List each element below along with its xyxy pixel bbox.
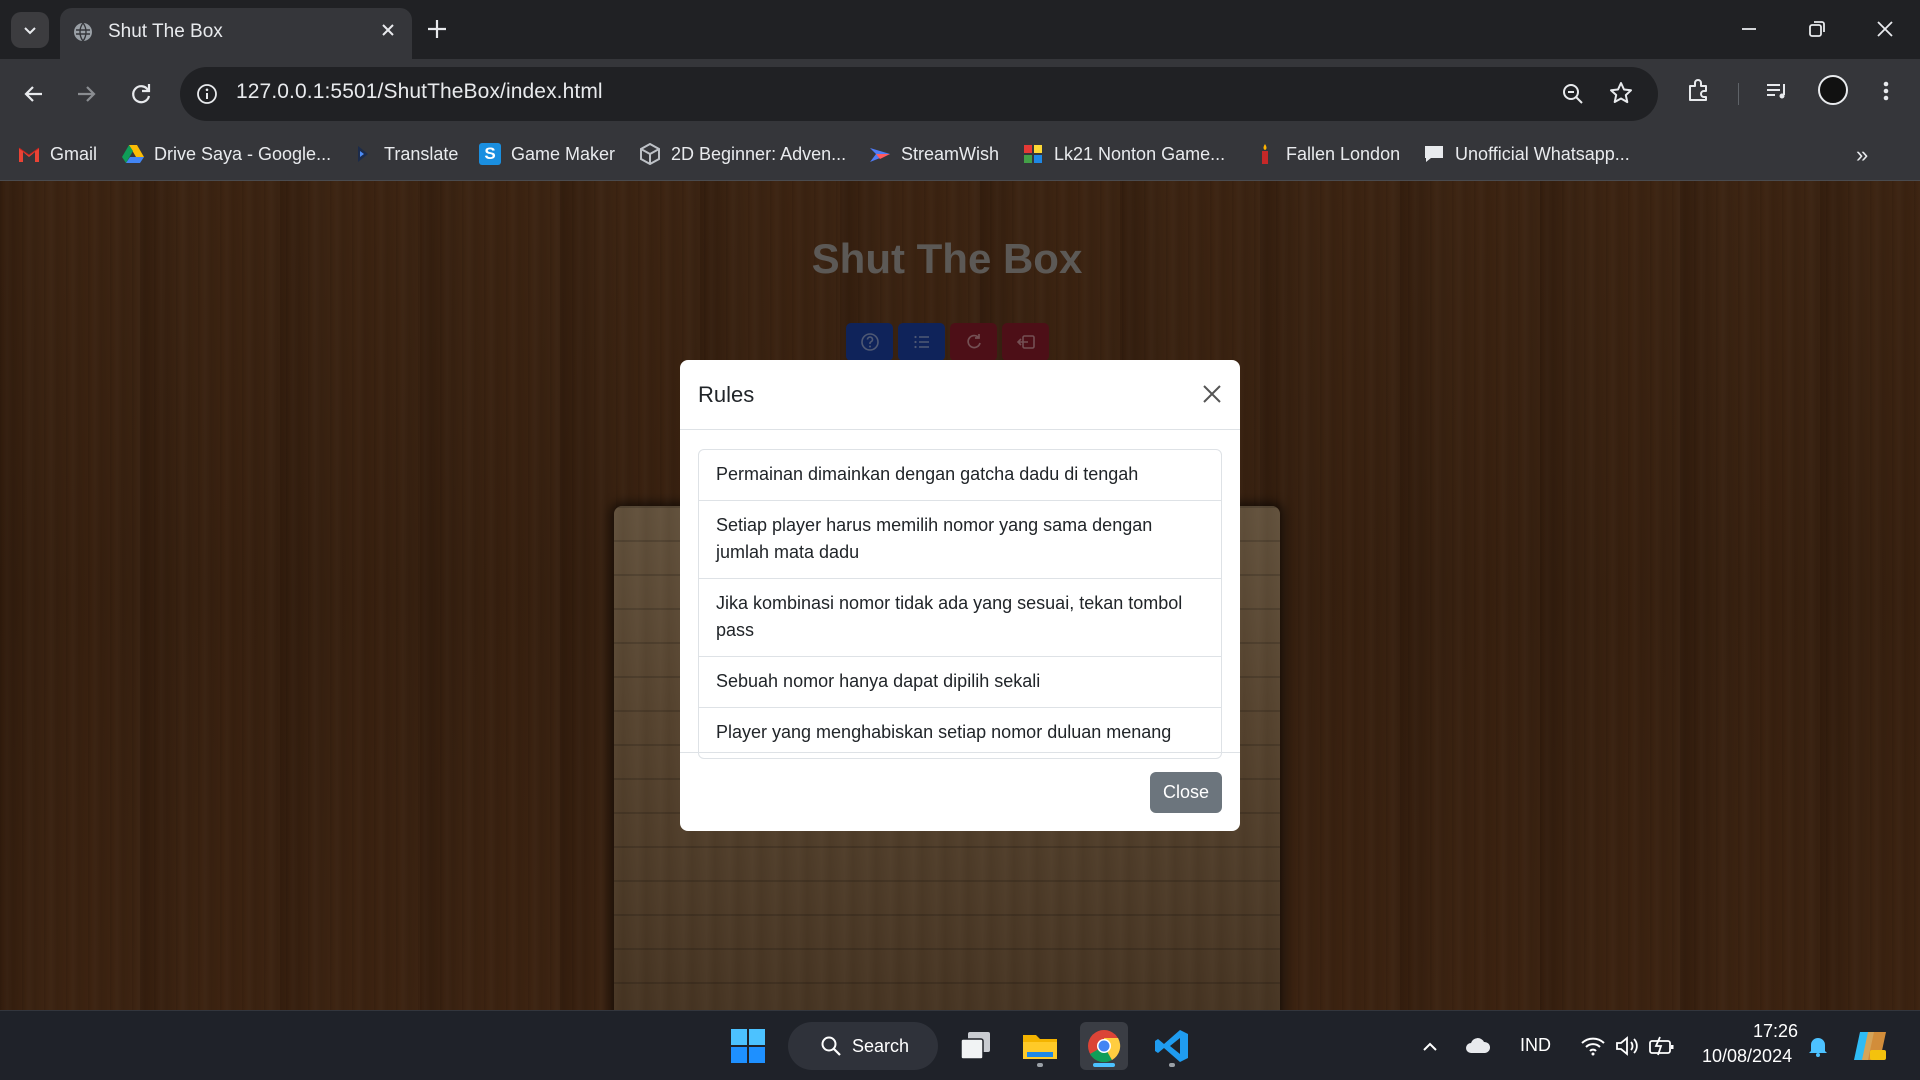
start-button[interactable] [724, 1022, 772, 1070]
list-item: Setiap player harus memilih nomor yang s… [699, 501, 1221, 579]
task-view-icon [960, 1032, 990, 1060]
translate-icon [352, 143, 374, 165]
running-indicator [1093, 1063, 1115, 1067]
vscode-icon [1155, 1030, 1188, 1062]
bookmark-drive[interactable]: Drive Saya - Google... [122, 141, 331, 167]
onedrive-cloud-icon[interactable] [1464, 1035, 1492, 1057]
bookmark-game-maker[interactable]: S Game Maker [479, 141, 615, 167]
new-tab-icon[interactable] [424, 16, 450, 42]
tab-search-button[interactable] [11, 12, 49, 48]
close-button[interactable]: Close [1150, 772, 1222, 813]
modal-title: Rules [698, 382, 755, 407]
chevron-up-icon[interactable] [1420, 1037, 1440, 1057]
back-arrow-icon[interactable] [20, 80, 48, 108]
gmail-icon [18, 143, 40, 165]
modal-header: Rules [680, 360, 1240, 430]
media-control-icon[interactable] [1763, 77, 1791, 105]
wifi-icon[interactable] [1580, 1035, 1606, 1057]
url-path: :5501/ShutTheBox/index.html [324, 80, 603, 103]
site-info-icon[interactable] [196, 83, 218, 105]
tab-title: Shut The Box [108, 21, 223, 42]
reload-icon[interactable] [127, 80, 155, 108]
copilot-icon[interactable] [1852, 1028, 1888, 1064]
running-indicator [1169, 1063, 1175, 1067]
forward-arrow-icon[interactable] [72, 80, 100, 108]
url-host: 127.0.0.1 [236, 80, 325, 103]
url-text: 127.0.0.1:5501/ShutTheBox/index.html [236, 80, 603, 104]
chrome-icon [1088, 1030, 1121, 1063]
minimize-icon[interactable] [1736, 16, 1762, 42]
extensions-puzzle-icon[interactable] [1685, 77, 1713, 105]
bookmark-label: Unofficial Whatsapp... [1455, 143, 1630, 164]
bookmarks-overflow-icon[interactable]: » [1856, 142, 1868, 168]
bookmark-unity[interactable]: 2D Beginner: Adven... [639, 141, 846, 167]
search-icon [821, 1036, 841, 1056]
streamwish-icon [869, 143, 891, 165]
bookmarks-bar: Gmail Drive Saya - Google... Translate S… [0, 129, 1920, 181]
list-item: Player yang menghabiskan setiap nomor du… [716, 722, 1172, 742]
folder-icon [1023, 1035, 1057, 1059]
bookmark-label: 2D Beginner: Adven... [671, 143, 847, 164]
bookmark-label: Translate [384, 143, 459, 164]
bookmark-fallen-london[interactable]: Fallen London [1254, 141, 1400, 167]
browser-toolbar: 127.0.0.1:5501/ShutTheBox/index.html [0, 59, 1920, 129]
close-icon[interactable] [1200, 382, 1224, 406]
taskbar-search[interactable]: Search [788, 1022, 938, 1070]
volume-icon[interactable] [1614, 1035, 1640, 1057]
globe-icon [74, 22, 92, 42]
rules-list: Permainan dimainkan dengan gatcha dadu d… [698, 449, 1222, 759]
bookmark-streamwish[interactable]: StreamWish [869, 141, 999, 167]
battery-icon[interactable] [1648, 1035, 1676, 1057]
bookmark-translate[interactable]: Translate [352, 141, 458, 167]
bookmark-label: Gmail [50, 143, 98, 164]
vscode-button[interactable] [1148, 1022, 1196, 1070]
close-tab-icon[interactable] [378, 20, 398, 40]
bookmark-label: Drive Saya - Google... [154, 143, 332, 164]
chevron-down-icon [24, 27, 36, 35]
bookmark-whatsapp[interactable]: Unofficial Whatsapp... [1423, 141, 1630, 167]
clock-time[interactable]: 17:26 [1753, 1021, 1798, 1042]
bookmark-label: Fallen London [1286, 143, 1401, 164]
bookmark-label: Game Maker [511, 143, 616, 164]
windows-logo-icon [731, 1029, 765, 1063]
toolbar-divider [1738, 83, 1739, 105]
tab-strip: Shut The Box [0, 0, 1920, 59]
file-explorer-button[interactable] [1016, 1022, 1064, 1070]
taskbar: Search IND 17:26 10/08/2024 [0, 1010, 1920, 1080]
active-tab[interactable]: Shut The Box [60, 8, 412, 59]
rules-modal: Rules Permainan dimainkan dengan gatcha … [680, 360, 1240, 831]
chat-icon [1423, 143, 1445, 165]
more-menu-icon[interactable] [1874, 77, 1898, 105]
close-window-icon[interactable] [1872, 16, 1898, 42]
clock-date[interactable]: 10/08/2024 [1702, 1046, 1792, 1067]
chrome-button[interactable] [1080, 1022, 1128, 1070]
modal-footer: Close [680, 752, 1240, 831]
unity-icon [639, 143, 661, 165]
profile-avatar[interactable] [1818, 75, 1848, 105]
bookmark-label: StreamWish [901, 143, 1000, 164]
lk21-icon [1022, 143, 1044, 165]
game-maker-icon: S [479, 143, 501, 165]
address-bar[interactable]: 127.0.0.1:5501/ShutTheBox/index.html [180, 67, 1658, 121]
search-label: Search [852, 1035, 910, 1056]
list-item: Jika kombinasi nomor tidak ada yang sesu… [699, 579, 1221, 657]
list-item: Permainan dimainkan dengan gatcha dadu d… [699, 450, 1221, 501]
task-view-button[interactable] [952, 1022, 1000, 1070]
google-drive-icon [122, 143, 144, 165]
bookmark-star-icon[interactable] [1608, 80, 1634, 106]
candle-icon [1254, 143, 1276, 165]
restore-icon[interactable] [1804, 16, 1830, 42]
running-indicator [1037, 1063, 1043, 1067]
bookmark-gmail[interactable]: Gmail [18, 141, 97, 167]
notification-bell-icon[interactable] [1806, 1034, 1830, 1058]
list-item: Sebuah nomor hanya dapat dipilih sekali [699, 657, 1221, 708]
bookmark-lk21[interactable]: Lk21 Nonton Game... [1022, 141, 1225, 167]
zoom-icon[interactable] [1560, 81, 1586, 107]
bookmark-label: Lk21 Nonton Game... [1054, 143, 1226, 164]
language-indicator[interactable]: IND [1520, 1035, 1551, 1056]
